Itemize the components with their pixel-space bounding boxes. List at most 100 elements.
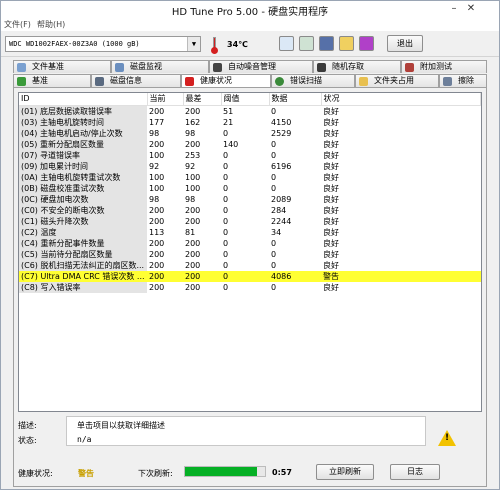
options-icon[interactable] [339, 36, 354, 51]
worst-cell: 200 [185, 260, 201, 270]
worst-cell: 92 [185, 161, 196, 171]
worst-cell: 200 [183, 270, 221, 282]
table-row[interactable]: (C6) 脱机扫描无法纠正的扇区数... 200 200 0 0 良好 [19, 259, 481, 271]
status-cell: 良好 [323, 117, 339, 127]
table-row[interactable]: (0C) 硬盘加电次数 98 98 0 2089 良好 [19, 193, 481, 205]
table-row[interactable]: (C5) 当前待分配扇区数量 200 200 0 0 良好 [19, 248, 481, 260]
table-row[interactable]: (C1) 磁头升降次数 200 200 0 2244 良好 [19, 215, 481, 227]
attribute-name-cell: (C4) 重新分配事件数量 [19, 237, 147, 249]
tab-label: 磁盘信息 [110, 76, 142, 85]
column-header[interactable]: 阈值 [221, 93, 270, 106]
magnifier-icon [275, 77, 284, 86]
copy-info-icon[interactable] [279, 36, 294, 51]
table-row[interactable]: (C2) 温度 113 81 0 34 良好 [19, 226, 481, 238]
worst-cell: 162 [185, 117, 201, 127]
worst-cell: 200 [185, 238, 201, 248]
tab-label: 磁盘监视 [130, 62, 162, 71]
tab-extra-tests[interactable]: 附加测试 [401, 60, 487, 73]
tab-label: 擦除 [458, 76, 474, 85]
threshold-cell: 21 [223, 117, 234, 127]
worst-cell: 98 [185, 194, 196, 204]
tab-disk-monitor[interactable]: 磁盘监视 [111, 60, 209, 73]
column-header[interactable]: 最差 [183, 93, 222, 106]
attribute-name-cell: (C8) 写入错误率 [19, 281, 147, 293]
download-icon[interactable] [359, 36, 374, 51]
chevron-down-icon[interactable]: ▼ [187, 37, 200, 51]
tab-random-access[interactable]: 随机存取 [313, 60, 401, 73]
column-header[interactable]: 数据 [269, 93, 322, 106]
threshold-cell: 140 [223, 139, 239, 149]
column-header[interactable]: ID [19, 93, 148, 106]
threshold-cell: 0 [221, 270, 269, 282]
tab-folder-usage[interactable]: 文件夹占用 [355, 74, 439, 87]
status-cell: 良好 [323, 260, 339, 270]
warning-icon: ! [438, 430, 456, 446]
exit-button[interactable]: 退出 [387, 35, 423, 52]
log-button[interactable]: 日志 [390, 464, 440, 480]
health-status-value: 警告 [78, 469, 94, 478]
drive-select[interactable]: WDC WD1002FAEX-00Z3A0 (1000 gB) ▼ [5, 36, 201, 52]
worst-cell: 200 [185, 205, 201, 215]
smart-table[interactable]: ID 当前 最差 阈值 数据 状况 (01) 底层数据读取错误率 200 200 51… [18, 92, 482, 412]
title-bar: HD Tune Pro 5.00 - 硬盘实用程序 – ✕ [1, 1, 499, 18]
current-cell: 200 [149, 216, 165, 226]
table-header-row: ID 当前 最差 阈值 数据 状况 [19, 93, 481, 106]
menu-file[interactable]: 文件(F) [4, 19, 31, 30]
threshold-cell: 0 [223, 260, 229, 270]
table-row[interactable]: (05) 重新分配扇区数量 200 200 140 0 良好 [19, 138, 481, 150]
data-cell: 2529 [271, 128, 292, 138]
tab-label: 文件夹占用 [374, 76, 414, 85]
tab-disk-info[interactable]: 磁盘信息 [91, 74, 181, 87]
table-row[interactable]: (01) 底层数据读取错误率 200 200 51 0 良好 [19, 105, 481, 117]
extra-test-icon [405, 63, 414, 72]
table-row[interactable]: (C8) 写入错误率 200 200 0 0 良好 [19, 281, 481, 293]
description-box: 单击项目以获取详细描述 n/a [66, 416, 426, 446]
details-area: 描述: 单击项目以获取详细描述 n/a 状态: ! 健康状况: 警告 下次刷新:… [18, 416, 482, 484]
table-row[interactable]: (09) 加电累计时间 92 92 0 6196 良好 [19, 160, 481, 172]
table-row[interactable]: (07) 寻道错误率 100 253 0 0 良好 [19, 149, 481, 161]
data-cell: 0 [271, 249, 277, 259]
table-row[interactable]: (0A) 主轴电机旋转重试次数 100 100 0 0 良好 [19, 171, 481, 183]
tab-erase[interactable]: 擦除 [439, 74, 487, 87]
refresh-timer: 0:57 [272, 468, 292, 477]
threshold-cell: 0 [223, 128, 229, 138]
tab-aam[interactable]: 自动噪音管理 [209, 60, 313, 73]
table-row[interactable]: (C0) 不安全的断电次数 200 200 0 284 良好 [19, 204, 481, 216]
data-cell: 0 [271, 172, 277, 182]
tab-file-benchmark[interactable]: 文件基准 [13, 60, 111, 73]
hdtune-window: HD Tune Pro 5.00 - 硬盘实用程序 – ✕ 文件(F) 帮助(H… [0, 0, 500, 490]
current-cell: 98 [149, 128, 160, 138]
table-row[interactable]: (03) 主轴电机旋转时间 177 162 21 4150 良好 [19, 116, 481, 128]
minimize-icon[interactable]: – [446, 2, 462, 15]
tab-benchmark[interactable]: 基准 [13, 74, 91, 87]
copy-text-icon[interactable] [299, 36, 314, 51]
threshold-cell: 0 [223, 238, 229, 248]
refresh-now-button[interactable]: 立即刷新 [316, 464, 374, 480]
column-header[interactable]: 状况 [321, 93, 481, 106]
status-cell: 良好 [323, 161, 339, 171]
tab-health[interactable]: 健康状况 [181, 74, 271, 88]
threshold-cell: 0 [223, 194, 229, 204]
save-icon[interactable] [319, 36, 334, 51]
table-row[interactable]: (0B) 磁盘校准重试次数 100 100 0 0 良好 [19, 182, 481, 194]
status-label: 状态: [18, 436, 37, 445]
file-icon [17, 63, 26, 72]
menu-help[interactable]: 帮助(H) [37, 19, 65, 30]
data-cell: 0 [271, 183, 277, 193]
table-row[interactable]: (C4) 重新分配事件数量 200 200 0 0 良好 [19, 237, 481, 249]
status-cell: 良好 [323, 194, 339, 204]
tab-error-scan[interactable]: 错误扫描 [271, 74, 355, 87]
current-cell: 92 [149, 161, 160, 171]
column-header[interactable]: 当前 [147, 93, 184, 106]
status-cell: 良好 [323, 172, 339, 182]
table-row[interactable]: (04) 主轴电机启动/停止次数 98 98 0 2529 良好 [19, 127, 481, 139]
table-row[interactable]: (C7) Ultra DMA CRC 错误次数 ... 200 200 0 4086 警告 [19, 270, 481, 282]
threshold-cell: 0 [223, 227, 229, 237]
temperature-value: 34℃ [227, 40, 248, 49]
tab-label: 健康状况 [200, 76, 232, 85]
tab-label: 错误扫描 [290, 76, 322, 85]
data-cell: 4086 [269, 270, 321, 282]
close-icon[interactable]: ✕ [463, 2, 479, 15]
attribute-name-cell: (C7) Ultra DMA CRC 错误次数 ... [19, 270, 147, 282]
current-cell: 200 [149, 249, 165, 259]
